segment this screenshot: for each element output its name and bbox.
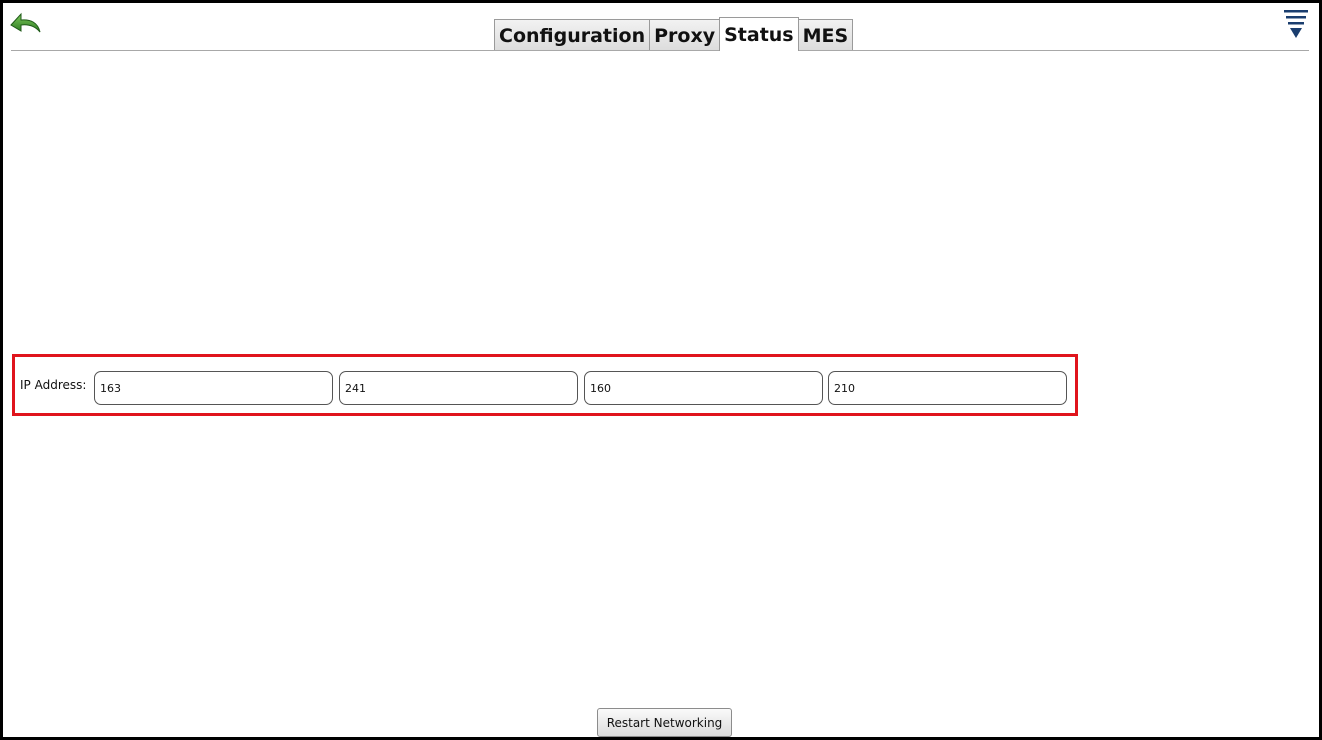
tab-bar: Configuration Proxy Status MES [494, 17, 854, 51]
ip-address-row: IP Address: [12, 354, 1078, 416]
ip-address-label: IP Address: [20, 378, 87, 392]
ip-octet-3-field[interactable] [584, 371, 823, 405]
tab-configuration[interactable]: Configuration [494, 19, 651, 51]
ip-octet-4-field[interactable] [828, 371, 1067, 405]
menu-button[interactable] [1283, 8, 1309, 42]
ip-octet-1-field[interactable] [94, 371, 333, 405]
app-window: Configuration Proxy Status MES IP Addres… [0, 0, 1322, 740]
tab-proxy[interactable]: Proxy [649, 19, 721, 51]
tab-status[interactable]: Status [719, 17, 799, 51]
restart-networking-button[interactable]: Restart Networking [597, 708, 732, 737]
menu-icon [1284, 10, 1308, 38]
back-button[interactable] [9, 11, 43, 35]
tab-mes[interactable]: MES [797, 19, 854, 51]
header-divider [11, 50, 1309, 51]
back-arrow-icon [10, 12, 41, 33]
ip-octet-2-field[interactable] [339, 371, 578, 405]
